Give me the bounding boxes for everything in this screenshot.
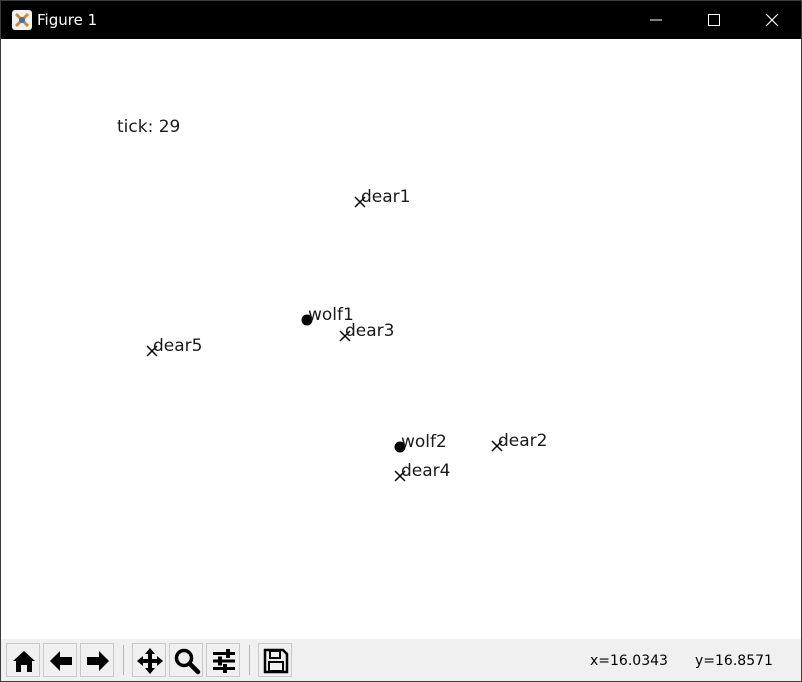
magnifier-icon xyxy=(174,648,201,675)
home-icon xyxy=(13,651,35,672)
maximize-button[interactable] xyxy=(685,1,743,39)
figure-canvas[interactable]: tick: 29 wolf1 wolf2 dear1 dear2 dear3 d… xyxy=(1,39,801,639)
minimize-button[interactable] xyxy=(627,1,685,39)
close-button[interactable] xyxy=(743,1,801,39)
window-title: Figure 1 xyxy=(37,11,98,29)
configure-subplots-button[interactable] xyxy=(206,643,240,677)
wolf2-label: wolf2 xyxy=(401,432,447,452)
dear4-label: dear4 xyxy=(401,461,450,481)
back-button[interactable] xyxy=(43,643,77,677)
pan-button[interactable] xyxy=(132,643,166,677)
dear5-label: dear5 xyxy=(153,336,202,356)
move-icon xyxy=(137,648,163,674)
dear2-label: dear2 xyxy=(498,431,547,451)
zoom-button[interactable] xyxy=(169,643,203,677)
navigation-toolbar: x=16.0343 y=16.8571 xyxy=(1,639,801,681)
save-button[interactable] xyxy=(258,643,292,677)
home-button[interactable] xyxy=(6,643,40,677)
matplotlib-app-icon xyxy=(12,10,32,30)
plot-area: wolf1 wolf2 dear1 dear2 dear3 dear4 dear… xyxy=(146,187,547,482)
toolbar-separator xyxy=(123,645,124,675)
title-bar[interactable]: Figure 1 xyxy=(1,1,801,39)
cursor-y-readout: y=16.8571 xyxy=(695,653,773,669)
dear1-label: dear1 xyxy=(361,187,410,207)
arrow-right-icon xyxy=(87,651,109,671)
arrow-left-icon xyxy=(50,651,72,671)
close-icon xyxy=(765,13,779,27)
sliders-icon xyxy=(213,649,235,673)
forward-button[interactable] xyxy=(80,643,114,677)
dear3-label: dear3 xyxy=(345,321,394,341)
figure-window: Figure 1 tick: 29 wolf1 wolf2 dear1 dear… xyxy=(0,0,802,682)
cursor-x-readout: x=16.0343 xyxy=(590,653,668,669)
minimize-icon xyxy=(650,19,662,21)
floppy-disk-icon xyxy=(263,648,289,674)
toolbar-separator xyxy=(249,645,250,675)
maximize-icon xyxy=(708,14,720,26)
